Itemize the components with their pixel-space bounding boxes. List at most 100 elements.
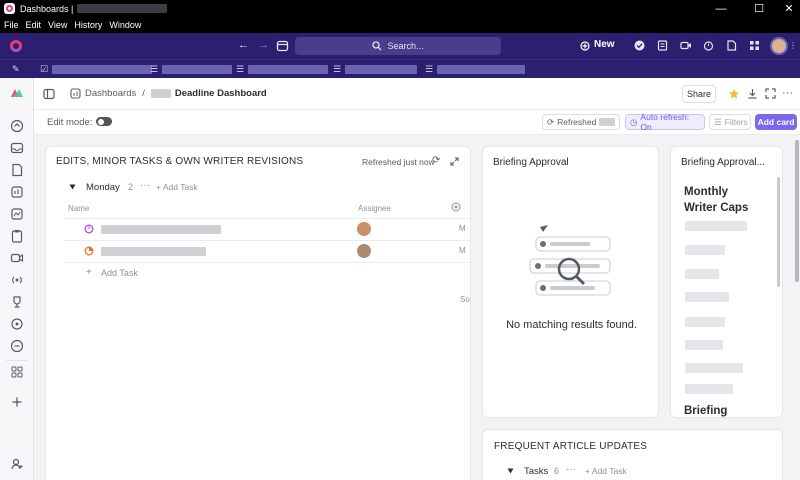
favorite-item-2[interactable]: ☰ — [150, 64, 233, 75]
back-arrow-icon[interactable]: ← — [238, 39, 249, 51]
add-task-plus-icon[interactable]: + — [86, 267, 92, 278]
blurred-label — [162, 65, 233, 74]
close-button[interactable]: ✕ — [770, 0, 800, 17]
trophy-icon[interactable] — [9, 294, 25, 310]
check-circle-icon[interactable] — [634, 40, 645, 51]
collapse-caret-icon[interactable] — [507, 468, 514, 474]
add-card-button[interactable]: Add card — [755, 114, 797, 130]
breadcrumb-root[interactable]: Dashboards — [85, 88, 136, 99]
truncated-cell: M — [459, 246, 466, 255]
page-scrollbar[interactable] — [795, 140, 799, 282]
home-icon[interactable] — [9, 118, 25, 134]
card-title: FREQUENT ARTICLE UPDATES — [494, 441, 648, 452]
workspace-logo-icon[interactable] — [9, 87, 23, 99]
column-assignee: Assignee — [358, 204, 391, 213]
filters-label: Filters — [724, 117, 748, 127]
calendar-icon[interactable] — [276, 39, 289, 52]
page-title[interactable]: Deadline Dashboard — [175, 88, 267, 99]
row-divider — [64, 262, 470, 263]
goals-icon[interactable] — [9, 316, 25, 332]
blurred-task-name — [101, 225, 221, 234]
download-icon[interactable] — [747, 88, 758, 99]
auto-refresh-label: Auto refresh: On — [640, 112, 690, 132]
search-icon — [372, 41, 382, 51]
star-icon[interactable] — [728, 88, 740, 100]
section-heading: Briefing — [684, 405, 728, 417]
search-placeholder: Search... — [387, 41, 424, 51]
favorite-item-1[interactable]: ☑ — [40, 64, 153, 75]
group-more-icon[interactable]: ··· — [140, 180, 150, 191]
new-button[interactable]: New — [594, 39, 615, 50]
add-task-button[interactable]: + Add Task — [585, 466, 627, 476]
dashboards-icon[interactable] — [9, 184, 25, 200]
blurred-item — [685, 384, 733, 394]
alarm-clock-icon[interactable] — [703, 40, 714, 51]
user-avatar[interactable] — [770, 37, 788, 55]
fullscreen-icon[interactable] — [765, 88, 776, 99]
document-icon[interactable] — [726, 40, 737, 51]
invite-user-icon[interactable] — [9, 456, 25, 472]
breadcrumb-separator: / — [142, 88, 145, 99]
dashboard-icon — [70, 88, 81, 99]
assignee-avatar[interactable] — [357, 244, 371, 258]
edit-mode-toggle[interactable] — [96, 117, 112, 126]
filters-button[interactable]: ☰ Filters — [709, 114, 751, 130]
tasks-card: EDITS, MINOR TASKS & OWN WRITER REVISION… — [45, 146, 471, 480]
apps-grid-icon[interactable] — [749, 40, 760, 51]
group-more-icon[interactable]: ··· — [566, 464, 576, 475]
refresh-icon[interactable]: ⟳ — [432, 155, 440, 166]
avatar-menu-dots-icon[interactable]: ⋮ — [789, 41, 797, 50]
auto-refresh-toggle[interactable]: ◷ Auto refresh: On — [625, 112, 705, 132]
inbox-icon[interactable] — [9, 140, 25, 156]
status-icon[interactable] — [84, 246, 94, 256]
blurred-label — [437, 65, 526, 74]
menu-file[interactable]: File — [4, 20, 19, 30]
notepad-icon[interactable] — [657, 40, 668, 51]
blurred-item — [685, 269, 719, 279]
pulse-icon[interactable] — [9, 272, 25, 288]
add-task-button[interactable]: + Add Task — [156, 182, 198, 192]
table-row[interactable]: M — [46, 219, 470, 240]
favorite-item-4[interactable]: ☰ — [333, 64, 418, 75]
menu-history[interactable]: History — [74, 20, 102, 30]
clipboard-icon[interactable] — [9, 228, 25, 244]
blurred-label — [248, 65, 329, 74]
expand-icon[interactable] — [450, 157, 459, 166]
status-icon[interactable] — [84, 224, 94, 234]
clickup-logo-icon[interactable] — [10, 40, 22, 52]
menu-edit[interactable]: Edit — [26, 20, 42, 30]
assignee-avatar[interactable] — [357, 222, 371, 236]
add-column-icon[interactable] — [451, 202, 461, 212]
blurred-item — [685, 340, 723, 350]
filter-icon: ☰ — [714, 116, 722, 127]
more-options-icon[interactable]: ··· — [782, 87, 793, 99]
more-circle-icon[interactable] — [9, 338, 25, 354]
docs-icon[interactable] — [9, 162, 25, 178]
whiteboard-icon[interactable] — [9, 206, 25, 222]
collapse-caret-icon[interactable] — [69, 184, 76, 190]
share-button[interactable]: Share — [682, 85, 716, 103]
refreshed-button[interactable]: ⟳ Refreshed — [542, 114, 620, 130]
menu-window[interactable]: Window — [109, 20, 141, 30]
video-icon[interactable] — [680, 40, 692, 51]
pin-icon[interactable]: ✎ — [12, 64, 20, 75]
add-task-row[interactable]: Add Task — [101, 268, 138, 278]
blurred-label — [345, 65, 418, 74]
favorite-item-3[interactable]: ☰ — [236, 64, 329, 75]
group-count: 2 — [128, 182, 134, 192]
blurred-item — [685, 363, 743, 373]
clips-icon[interactable] — [9, 250, 25, 266]
table-row[interactable]: M — [46, 241, 470, 262]
add-icon[interactable] — [9, 394, 25, 410]
spaces-grid-icon[interactable] — [9, 364, 25, 380]
truncated-text: So — [460, 295, 470, 304]
card-scrollbar[interactable] — [777, 177, 780, 287]
favorite-item-5[interactable]: ☰ — [425, 64, 526, 75]
minimize-button[interactable]: — — [702, 0, 740, 17]
menu-view[interactable]: View — [48, 20, 67, 30]
blurred-label — [52, 65, 153, 74]
forward-arrow-icon[interactable]: → — [258, 39, 269, 51]
search-input[interactable]: Search... — [295, 37, 501, 55]
group-name: Tasks — [524, 466, 549, 477]
sidebar-toggle-icon[interactable] — [43, 88, 55, 100]
